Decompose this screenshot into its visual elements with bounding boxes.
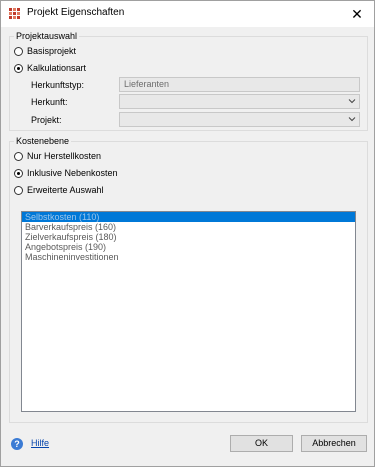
radio-nur-herstellkosten-circle[interactable] xyxy=(14,151,23,161)
projekt-label: Projekt: xyxy=(31,115,62,125)
dialog-window: Projekt Eigenschaften ✕ Projektauswahl B… xyxy=(0,0,375,467)
radio-basisprojekt[interactable]: Basisprojekt xyxy=(14,46,76,56)
kosten-listbox[interactable]: Selbstkosten (110) Barverkaufspreis (160… xyxy=(21,211,356,412)
herkunft-select[interactable] xyxy=(119,94,360,109)
radio-inklusive-nebenkosten-label: Inklusive Nebenkosten xyxy=(27,168,118,178)
kostenebene-legend: Kostenebene xyxy=(16,136,70,146)
radio-nur-herstellkosten[interactable]: Nur Herstellkosten xyxy=(14,151,101,161)
help-icon[interactable]: ? xyxy=(11,438,23,450)
close-icon[interactable]: ✕ xyxy=(348,5,366,23)
herkunftstyp-select[interactable]: Lieferanten xyxy=(119,77,360,92)
cancel-button[interactable]: Abbrechen xyxy=(301,435,367,452)
radio-basisprojekt-circle[interactable] xyxy=(14,46,23,56)
radio-kalkulationsart-circle[interactable] xyxy=(14,63,23,73)
window-title: Projekt Eigenschaften xyxy=(27,7,125,18)
projekt-select[interactable] xyxy=(119,112,360,127)
projektauswahl-legend: Projektauswahl xyxy=(16,31,78,41)
radio-inklusive-nebenkosten[interactable]: Inklusive Nebenkosten xyxy=(14,168,118,178)
radio-nur-herstellkosten-label: Nur Herstellkosten xyxy=(27,151,102,161)
list-item[interactable]: Barverkaufspreis (160) xyxy=(22,222,355,232)
radio-inklusive-nebenkosten-circle[interactable] xyxy=(14,168,23,178)
app-icon xyxy=(9,8,20,19)
chevron-down-icon xyxy=(348,117,356,122)
radio-erweiterte-auswahl[interactable]: Erweiterte Auswahl xyxy=(14,185,104,195)
list-item[interactable]: Selbstkosten (110) xyxy=(22,212,355,222)
herkunft-label: Herkunft: xyxy=(31,97,68,107)
radio-basisprojekt-label: Basisprojekt xyxy=(27,46,77,56)
radio-kalkulationsart-label: Kalkulationsart xyxy=(27,63,87,73)
chevron-down-icon xyxy=(348,99,356,104)
radio-kalkulationsart[interactable]: Kalkulationsart xyxy=(14,63,86,73)
radio-erweiterte-auswahl-label: Erweiterte Auswahl xyxy=(27,185,104,195)
ok-button[interactable]: OK xyxy=(230,435,293,452)
list-item[interactable]: Maschineninvestitionen xyxy=(22,252,355,262)
help-link[interactable]: Hilfe xyxy=(31,438,49,448)
title-bar: Projekt Eigenschaften ✕ xyxy=(1,1,374,27)
radio-erweiterte-auswahl-circle[interactable] xyxy=(14,185,23,195)
list-item[interactable]: Zielverkaufspreis (180) xyxy=(22,232,355,242)
list-item[interactable]: Angebotspreis (190) xyxy=(22,242,355,252)
herkunftstyp-value: Lieferanten xyxy=(124,79,170,89)
herkunftstyp-label: Herkunftstyp: xyxy=(31,80,85,90)
